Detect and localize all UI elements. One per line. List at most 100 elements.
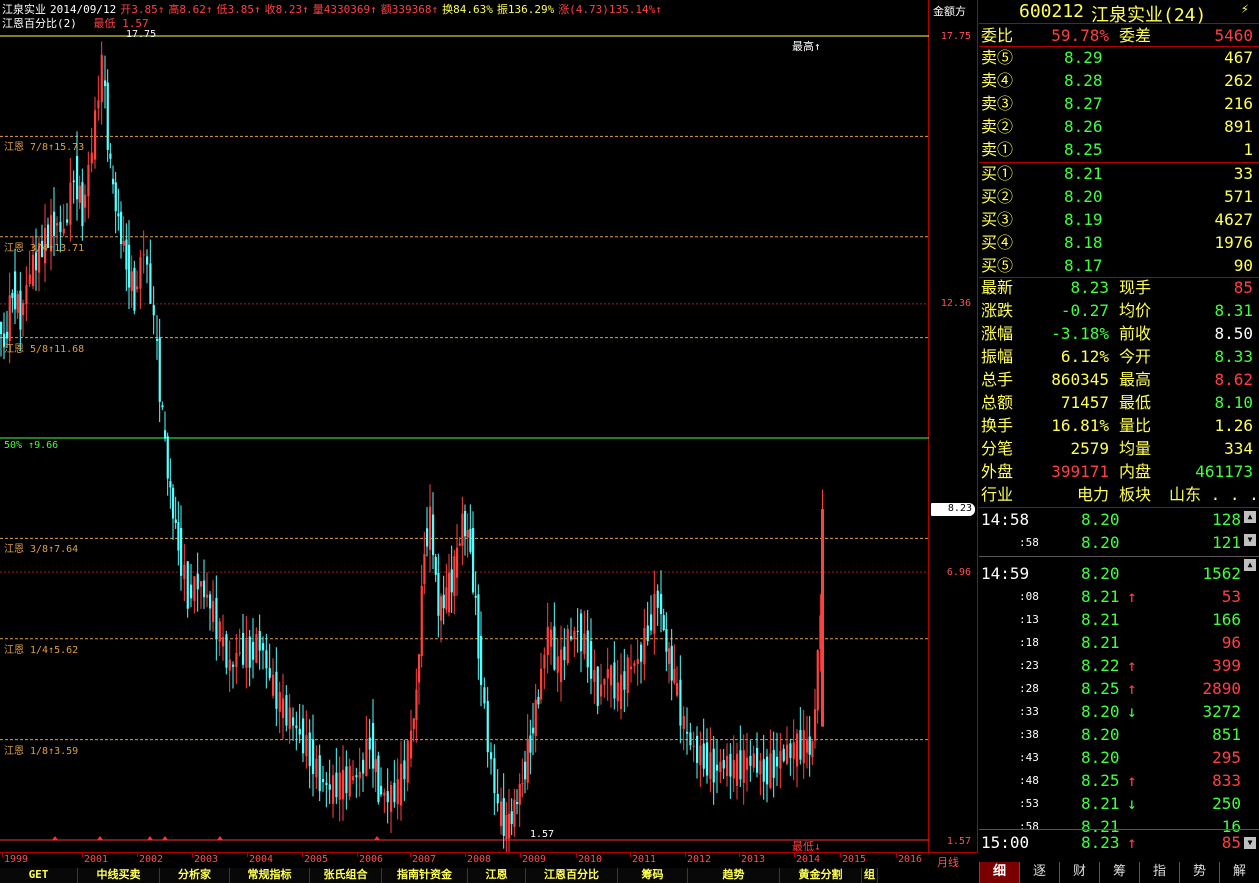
tick-row[interactable]: :18 8.21 96: [979, 631, 1241, 654]
buy-order-row[interactable]: 买④ 8.18 1976: [979, 231, 1259, 254]
tick-scroll-up-icon-2[interactable]: ▲: [1244, 559, 1256, 571]
stat-value: 8.33: [1214, 347, 1253, 366]
x-axis-tick: [794, 853, 795, 857]
tick-volume: 96: [1221, 633, 1241, 652]
stat-value: 71457: [1060, 393, 1109, 412]
side-tab[interactable]: 解: [1219, 862, 1259, 883]
candle-body: [355, 775, 358, 778]
sell-order-row[interactable]: 卖③ 8.27 216: [979, 92, 1259, 115]
indicator-tab[interactable]: 黄金分割: [780, 868, 862, 883]
candle-body: [477, 594, 480, 659]
sell-order-row[interactable]: 卖① 8.25 1: [979, 138, 1259, 161]
candle-body: [174, 519, 177, 523]
tick-scroll-down-icon-2[interactable]: ▼: [1244, 837, 1256, 849]
candle-body: [516, 802, 519, 805]
sector-value[interactable]: 山东 . . .: [1169, 483, 1259, 506]
sell-order-row[interactable]: 卖⑤ 8.29 467: [979, 46, 1259, 69]
candle-body: [120, 211, 123, 245]
candle-body: [245, 639, 248, 668]
tick-price: 8.20: [1081, 564, 1120, 583]
tick-row[interactable]: :43 8.20 295: [979, 746, 1241, 769]
candle-body: [566, 628, 569, 664]
buy-order-row[interactable]: 买③ 8.19 4627: [979, 208, 1259, 231]
indicator-tab[interactable]: 江恩: [468, 868, 526, 883]
side-tab[interactable]: 财: [1059, 862, 1099, 883]
tick-price: 8.25: [1081, 771, 1120, 790]
price-axis: 金额方 17.75 12.36 6.96 1.57 8.23: [929, 0, 978, 852]
candle-body: [228, 659, 231, 671]
x-axis-label: 2013: [741, 854, 766, 865]
tick-row[interactable]: :13 8.21 166: [979, 608, 1241, 631]
side-tab[interactable]: 筹: [1099, 862, 1139, 883]
indicator-tab[interactable]: 趋势: [688, 868, 780, 883]
candle-body: [305, 735, 308, 757]
side-tab[interactable]: 指: [1139, 862, 1179, 883]
indicator-tab[interactable]: 组: [862, 868, 878, 883]
side-tab[interactable]: 势: [1179, 862, 1219, 883]
indicator-tab[interactable]: 常规指标: [230, 868, 310, 883]
chart-mode-label[interactable]: 金额方: [933, 3, 966, 19]
indicator-tab[interactable]: 分析家: [160, 868, 230, 883]
candle-body: [255, 634, 258, 663]
tick-row[interactable]: 14:58 8.20 128: [979, 508, 1241, 531]
candle-body: [212, 601, 215, 623]
candle-body: [456, 547, 459, 578]
x-axis-label: 2016: [898, 854, 923, 865]
tick-scroll-down-icon[interactable]: ▼: [1244, 534, 1256, 546]
candle-body: [532, 727, 535, 734]
tick-row[interactable]: :58 8.20 121: [979, 531, 1241, 554]
tick-row[interactable]: 15:00 8.23 ↑ 85: [979, 831, 1241, 854]
indicator-tab[interactable]: GET: [0, 868, 78, 883]
tick-row[interactable]: :23 8.22 ↑ 399: [979, 654, 1241, 677]
side-tab[interactable]: 逐: [1019, 862, 1059, 883]
tick-row[interactable]: :33 8.20 ↓ 3272: [979, 700, 1241, 723]
candle-body: [345, 766, 348, 794]
candle-body: [302, 718, 305, 754]
tick-row[interactable]: 14:59 8.20 1562: [979, 562, 1241, 585]
tick-volume: 399: [1212, 656, 1241, 675]
candle-body: [630, 666, 633, 670]
buy-order-row[interactable]: 买② 8.20 571: [979, 185, 1259, 208]
stat-value: 16.81%: [1051, 416, 1109, 435]
tick-row[interactable]: :38 8.20 851: [979, 723, 1241, 746]
sell-price: 8.26: [1064, 117, 1103, 136]
candle-body: [811, 741, 814, 758]
tick-scroll-up-icon[interactable]: ▲: [1244, 511, 1256, 523]
x-axis-tick: [192, 853, 193, 857]
tick-row[interactable]: :08 8.21 ↑ 53: [979, 585, 1241, 608]
tick-row[interactable]: :48 8.25 ↑ 833: [979, 769, 1241, 792]
indicator-tab[interactable]: 中线买卖: [78, 868, 160, 883]
candle-body: [729, 754, 732, 777]
candle-body: [117, 213, 120, 217]
tick-row[interactable]: :53 8.21 ↓ 250: [979, 792, 1241, 815]
candle-body: [786, 744, 789, 764]
sell-order-row[interactable]: 卖② 8.26 891: [979, 115, 1259, 138]
candle-body: [668, 648, 671, 664]
lightning-icon[interactable]: ⚡: [1241, 2, 1249, 17]
candle-body: [282, 698, 285, 719]
tick-volume: 3272: [1202, 702, 1241, 721]
sell-order-row[interactable]: 卖④ 8.28 262: [979, 69, 1259, 92]
quote-side-tabs[interactable]: 细逐财筹指势解: [979, 862, 1259, 883]
buy-order-row[interactable]: 买⑤ 8.17 90: [979, 254, 1259, 277]
buy-price: 8.20: [1064, 187, 1103, 206]
industry-value[interactable]: 电力: [1077, 483, 1109, 506]
indicator-tab[interactable]: 筹码: [618, 868, 688, 883]
candle-body: [600, 684, 603, 697]
candle-body: [620, 674, 623, 709]
indicator-tab[interactable]: 江恩百分比: [526, 868, 618, 883]
candle-body: [183, 564, 186, 580]
buy-order-row[interactable]: 买① 8.21 33: [979, 162, 1259, 185]
side-tab[interactable]: 细: [979, 862, 1019, 883]
indicator-tab-bar[interactable]: GET 中线买卖 分析家 常规指标 张氏组合 指南针资金 江恩 江恩百分比 筹码 趋势 黄金分割组: [0, 868, 978, 883]
candle-body: [686, 731, 689, 734]
indicator-tab[interactable]: 张氏组合: [310, 868, 382, 883]
candle-body: [486, 700, 489, 753]
kline-chart-area[interactable]: 江泉实业 2014/09/12 开3.85↑ 高8.62↑ 低3.85↑ 收8.23↑ 量4…: [0, 0, 929, 853]
candle-body: [570, 636, 573, 640]
tick-row[interactable]: :28 8.25 ↑ 2890: [979, 677, 1241, 700]
candle-body: [474, 595, 477, 598]
candle-body: [699, 745, 702, 766]
indicator-tab[interactable]: 指南针资金: [382, 868, 468, 883]
kline-chart[interactable]: [0, 0, 929, 852]
